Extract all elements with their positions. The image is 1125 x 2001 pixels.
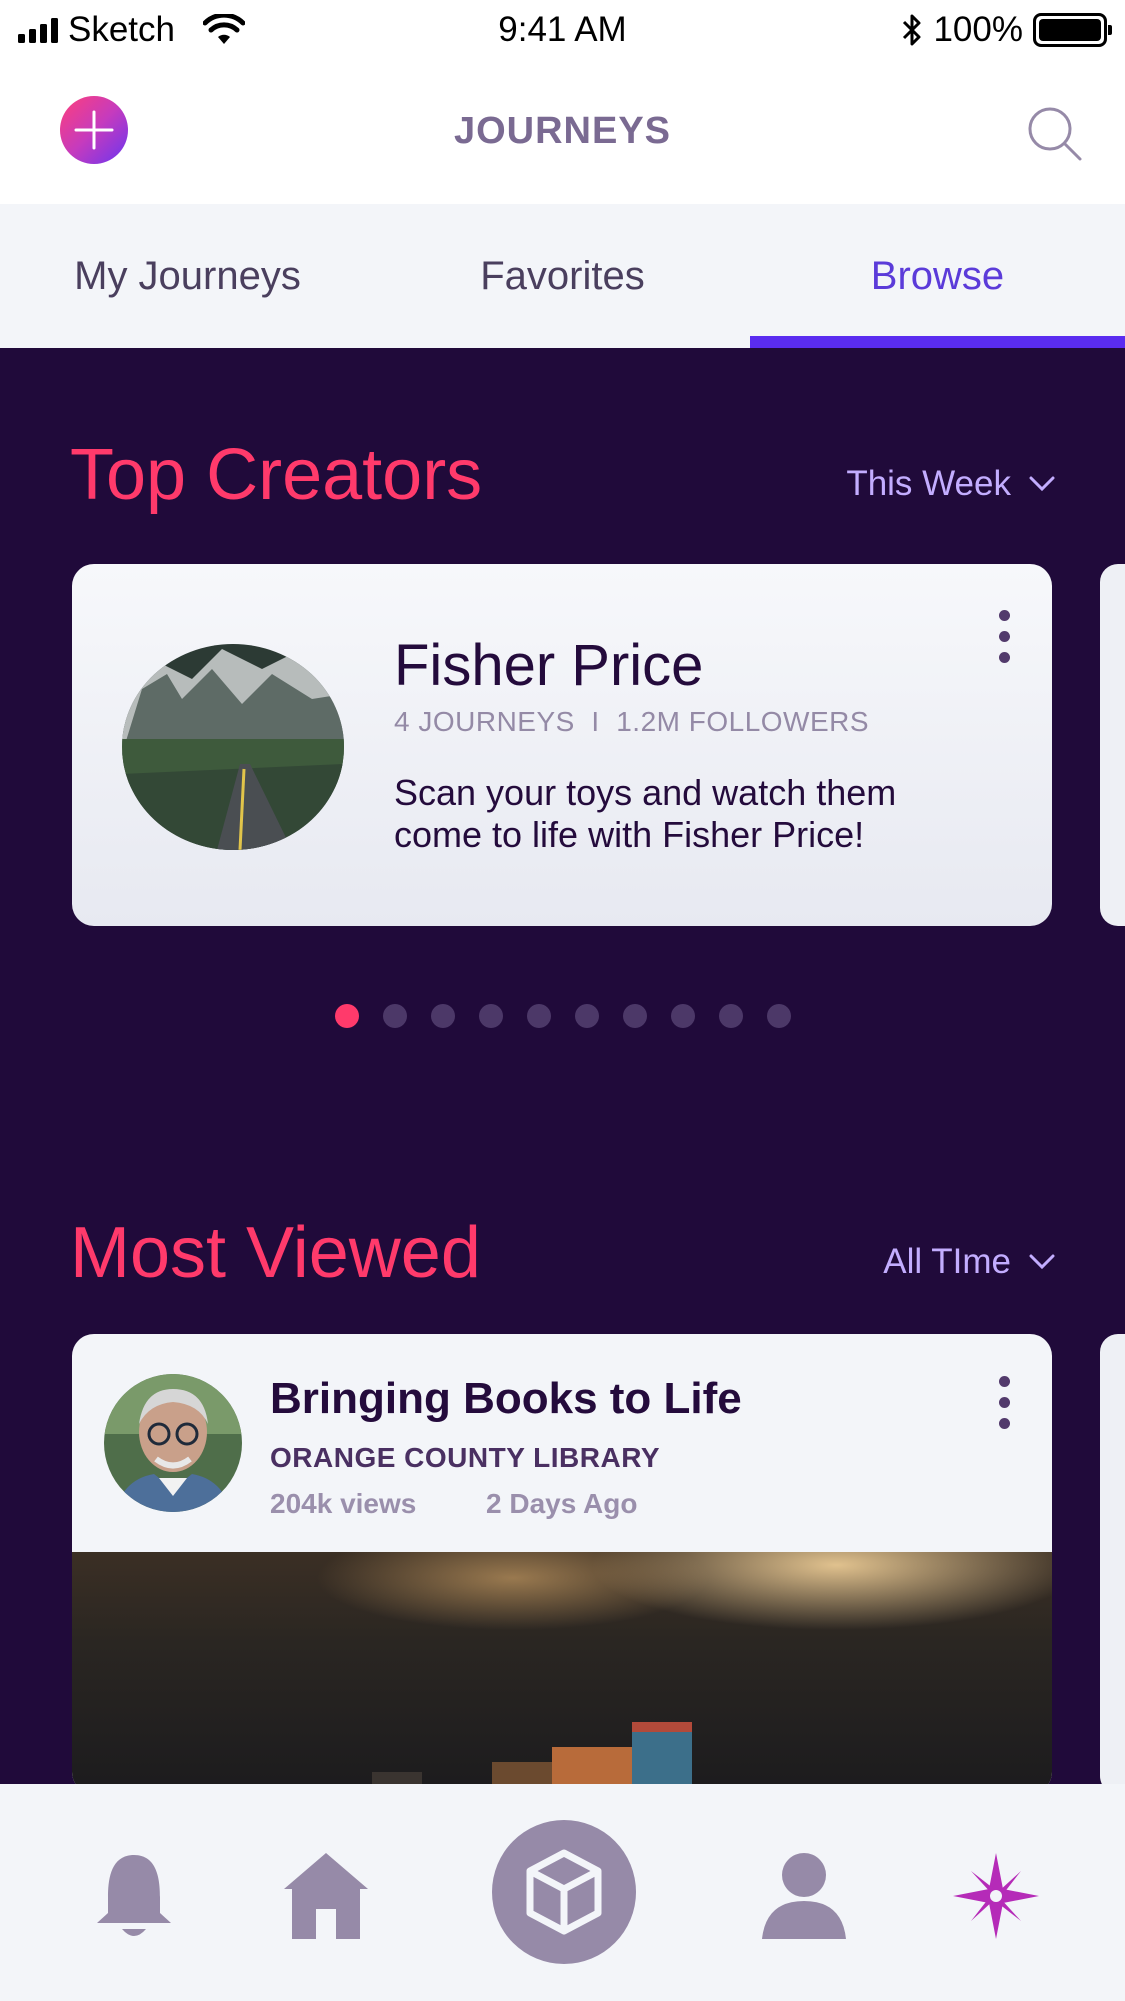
- creator-stats: 4 JOURNEYS I 1.2M FOLLOWERS: [394, 706, 870, 737]
- journey-card[interactable]: Bringing Books to Life ORANGE COUNTY LIB…: [72, 1334, 1052, 1784]
- chevron-down-icon: [1029, 1254, 1055, 1270]
- search-button[interactable]: [1025, 104, 1085, 164]
- page-title: JOURNEYS: [453, 110, 672, 152]
- pagination-dot[interactable]: [334, 1004, 359, 1028]
- nav-scan[interactable]: [492, 1820, 636, 1964]
- chevron-down-icon: [1029, 476, 1055, 492]
- creator-avatar: [122, 644, 344, 850]
- bottom-nav: [0, 1784, 1125, 2001]
- top-creators-title: Top Creators: [70, 435, 483, 515]
- profile-icon: [762, 1853, 846, 1939]
- next-journey-card[interactable]: [1100, 1334, 1125, 1784]
- pagination-dot[interactable]: [382, 1004, 407, 1028]
- tab-my-journeys[interactable]: My Journeys: [0, 204, 375, 348]
- tab-browse[interactable]: Browse: [750, 204, 1125, 348]
- journey-views: 204k views: [270, 1488, 417, 1519]
- most-viewed-filter[interactable]: All TIme: [883, 1242, 1055, 1282]
- filter-label: All TIme: [883, 1242, 1011, 1281]
- books-cover-image: [72, 1552, 1052, 1784]
- journey-time: 2 Days Ago: [486, 1488, 638, 1519]
- pagination-dot[interactable]: [766, 1004, 791, 1028]
- pagination-dot[interactable]: [478, 1004, 503, 1028]
- man-portrait-image: [104, 1374, 242, 1512]
- battery-percent: 100%: [933, 10, 1023, 49]
- bell-icon: [97, 1855, 171, 1936]
- nav-notifications[interactable]: [86, 1850, 182, 1942]
- tab-favorites[interactable]: Favorites: [375, 204, 750, 348]
- most-viewed-title: Most Viewed: [70, 1213, 481, 1293]
- battery-icon: [1033, 13, 1112, 47]
- nav-profile[interactable]: [756, 1850, 852, 1942]
- creator-description: Scan your toys and watch them come to li…: [394, 772, 897, 855]
- tab-bar: My Journeys Favorites Browse: [0, 204, 1125, 348]
- search-icon: [1028, 107, 1082, 161]
- creator-name: Fisher Price: [394, 633, 704, 698]
- more-options-icon[interactable]: [992, 610, 1016, 663]
- home-icon: [284, 1853, 368, 1939]
- next-creator-card[interactable]: [1100, 564, 1125, 926]
- nav-home[interactable]: [278, 1850, 374, 1942]
- pagination-dots: [0, 1004, 1125, 1028]
- pagination-dot[interactable]: [670, 1004, 695, 1028]
- pagination-dot[interactable]: [430, 1004, 455, 1028]
- top-creators-filter[interactable]: This Week: [846, 464, 1055, 504]
- road-mountain-image: [122, 644, 344, 850]
- status-bar: Sketch 9:41 AM 100%: [0, 0, 1125, 66]
- journey-title: Bringing Books to Life: [270, 1374, 742, 1423]
- main-content[interactable]: Top Creators This Week Fisher Price 4 JO…: [0, 348, 1125, 1784]
- compass-icon: [953, 1853, 1039, 1939]
- pagination-dot[interactable]: [574, 1004, 599, 1028]
- status-right: 100%: [901, 10, 1112, 50]
- filter-label: This Week: [846, 464, 1011, 503]
- publisher-avatar: [104, 1374, 242, 1512]
- pagination-dot[interactable]: [622, 1004, 647, 1028]
- bluetooth-icon: [903, 14, 921, 46]
- app-header: JOURNEYS: [0, 66, 1125, 204]
- cube-icon: [526, 1849, 602, 1935]
- creator-card[interactable]: Fisher Price 4 JOURNEYS I 1.2M FOLLOWERS…: [72, 564, 1052, 926]
- nav-explore[interactable]: [948, 1850, 1044, 1942]
- more-options-icon[interactable]: [992, 1376, 1016, 1429]
- journey-publisher: ORANGE COUNTY LIBRARY: [270, 1442, 661, 1473]
- pagination-dot[interactable]: [526, 1004, 551, 1028]
- pagination-dot[interactable]: [718, 1004, 743, 1028]
